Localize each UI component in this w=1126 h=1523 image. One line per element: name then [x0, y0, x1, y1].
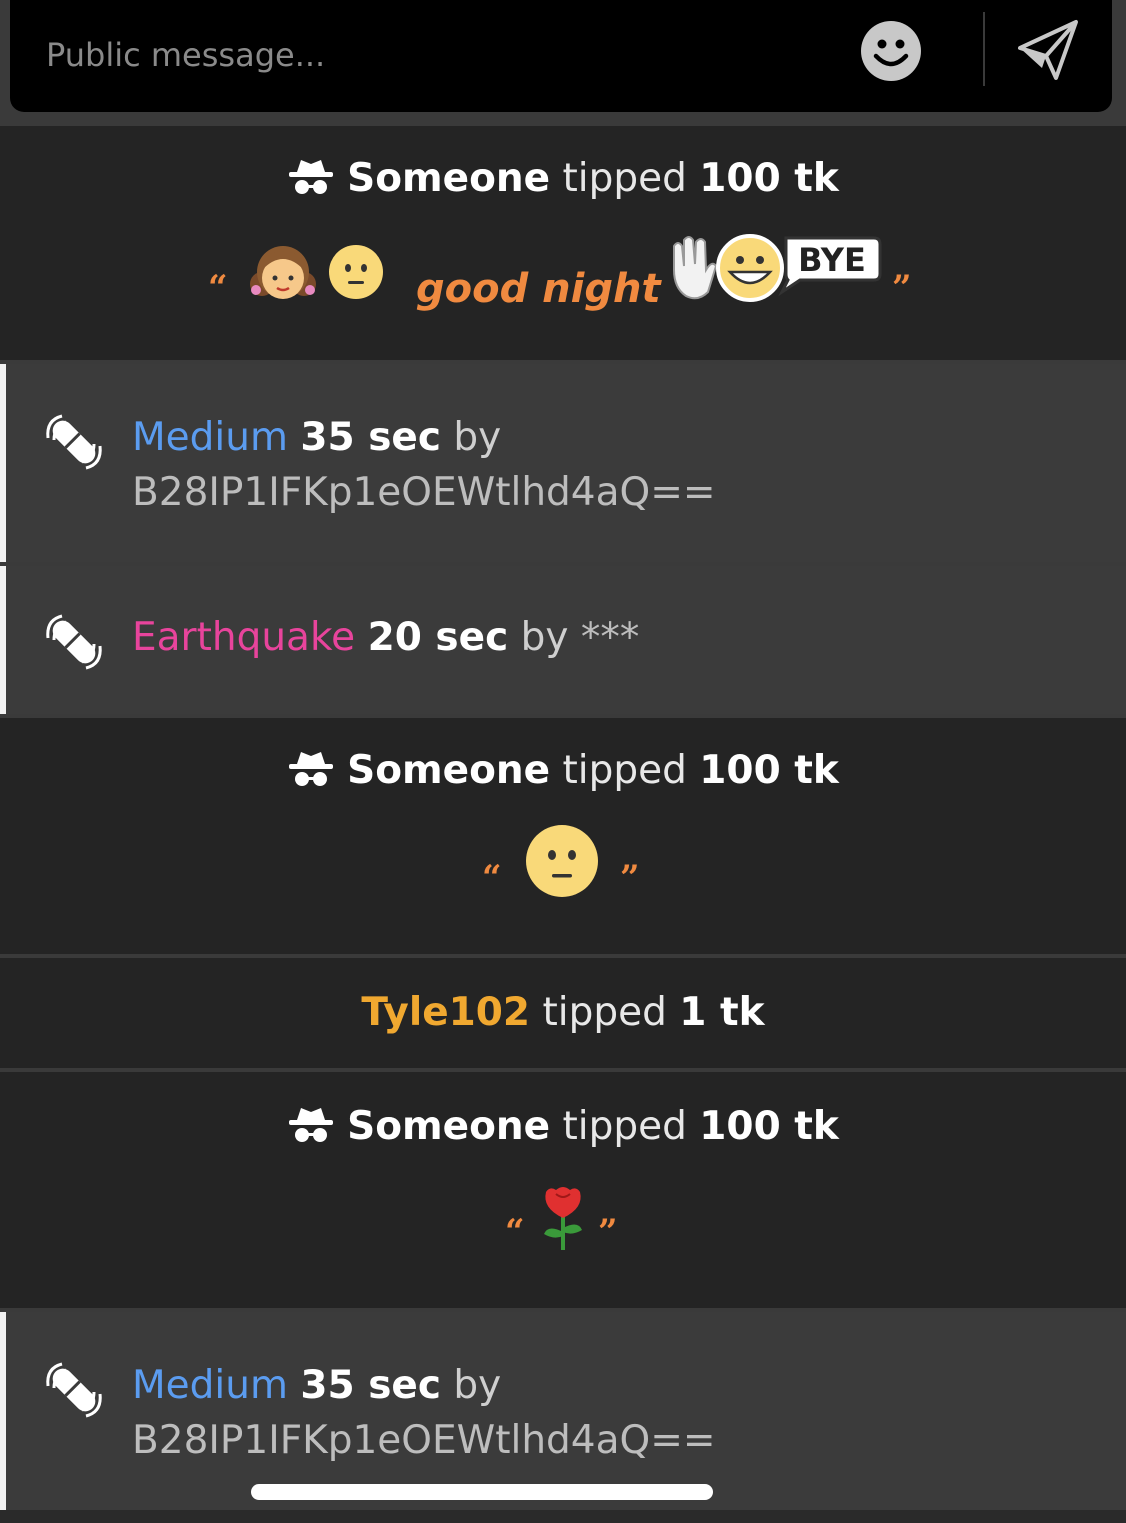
- tip-message: Someone tipped 100 tk “ good night BYE ”: [0, 126, 1126, 360]
- tipper-name: Someone: [347, 1104, 551, 1149]
- tip-line: Tyle102 tipped 1 tk: [0, 990, 1126, 1035]
- toy-by: by: [453, 1363, 502, 1408]
- composer-divider: [983, 12, 985, 86]
- toy-duration: 35 sec: [300, 1363, 441, 1408]
- tip-message-text: good night: [416, 266, 661, 312]
- tip-message: Tyle102 tipped 1 tk: [0, 958, 1126, 1068]
- home-indicator[interactable]: [251, 1484, 713, 1500]
- smiley-icon[interactable]: [860, 20, 922, 82]
- anonymous-spy-icon: [289, 1108, 334, 1142]
- close-quote: ”: [892, 268, 912, 308]
- composer: [10, 0, 1112, 112]
- tip-verb: tipped: [562, 1104, 687, 1149]
- toy-by: by: [453, 415, 502, 460]
- toy-sender: B28IP1IFKp1eOEWtlhd4aQ==: [132, 470, 716, 515]
- anonymous-spy-icon: [289, 160, 334, 194]
- neutral-face-emoji: [329, 245, 383, 299]
- tipper-name: Tyle102: [361, 990, 531, 1035]
- toy-sender: B28IP1IFKp1eOEWtlhd4aQ==: [132, 1418, 716, 1463]
- tip-verb: tipped: [562, 156, 687, 201]
- toy-activation-text: Medium 35 sec by B28IP1IFKp1eOEWtlhd4aQ=…: [132, 410, 716, 520]
- rose-emoji: [544, 1187, 582, 1250]
- close-quote: ”: [620, 858, 640, 898]
- toy-level: Medium: [132, 1363, 288, 1408]
- toy-level: Earthquake: [132, 615, 356, 660]
- paper-plane-icon[interactable]: [1016, 18, 1080, 82]
- vibration-toy-icon: [46, 414, 102, 470]
- vibration-toy-icon: [46, 614, 102, 670]
- anonymous-spy-icon: [289, 752, 334, 786]
- toy-activation-text: Medium 35 sec by B28IP1IFKp1eOEWtlhd4aQ=…: [132, 1358, 716, 1468]
- toy-duration: 35 sec: [300, 415, 441, 460]
- toy-sender: ***: [580, 615, 640, 660]
- tip-message: Someone tipped 100 tk “ ”: [0, 718, 1126, 954]
- tip-message: Someone tipped 100 tk “ ”: [0, 1072, 1126, 1308]
- toy-activation-text: Earthquake 20 sec by ***: [132, 610, 639, 665]
- public-message-input[interactable]: [44, 24, 808, 86]
- girl-emoji: [250, 246, 316, 299]
- tip-line: Someone tipped 100 tk: [0, 156, 1126, 201]
- tip-amount: 100 tk: [699, 1104, 839, 1149]
- open-quote: “: [505, 1212, 525, 1252]
- tip-amount: 100 tk: [699, 748, 839, 793]
- tip-amount: 1 tk: [679, 990, 765, 1035]
- bye-sticker-text: BYE: [798, 241, 866, 279]
- tipper-name: Someone: [347, 156, 551, 201]
- close-quote: ”: [598, 1212, 618, 1252]
- tip-line: Someone tipped 100 tk: [0, 748, 1126, 793]
- open-quote: “: [208, 268, 228, 308]
- toy-by: by: [520, 615, 569, 660]
- toy-activation-row: Medium 35 sec by B28IP1IFKp1eOEWtlhd4aQ=…: [0, 1312, 1126, 1510]
- vibration-toy-icon: [46, 1362, 102, 1418]
- toy-level: Medium: [132, 415, 288, 460]
- tipper-name: Someone: [347, 748, 551, 793]
- neutral-face-emoji: [526, 825, 598, 897]
- waving-bye-emoji: BYE: [673, 234, 882, 302]
- tip-amount: 100 tk: [699, 156, 839, 201]
- toy-activation-row: Medium 35 sec by B28IP1IFKp1eOEWtlhd4aQ=…: [0, 364, 1126, 562]
- open-quote: “: [482, 858, 502, 898]
- tip-line: Someone tipped 100 tk: [0, 1104, 1126, 1149]
- toy-activation-row: Earthquake 20 sec by ***: [0, 566, 1126, 714]
- tip-verb: tipped: [542, 990, 667, 1035]
- toy-duration: 20 sec: [367, 615, 509, 660]
- tip-verb: tipped: [562, 748, 687, 793]
